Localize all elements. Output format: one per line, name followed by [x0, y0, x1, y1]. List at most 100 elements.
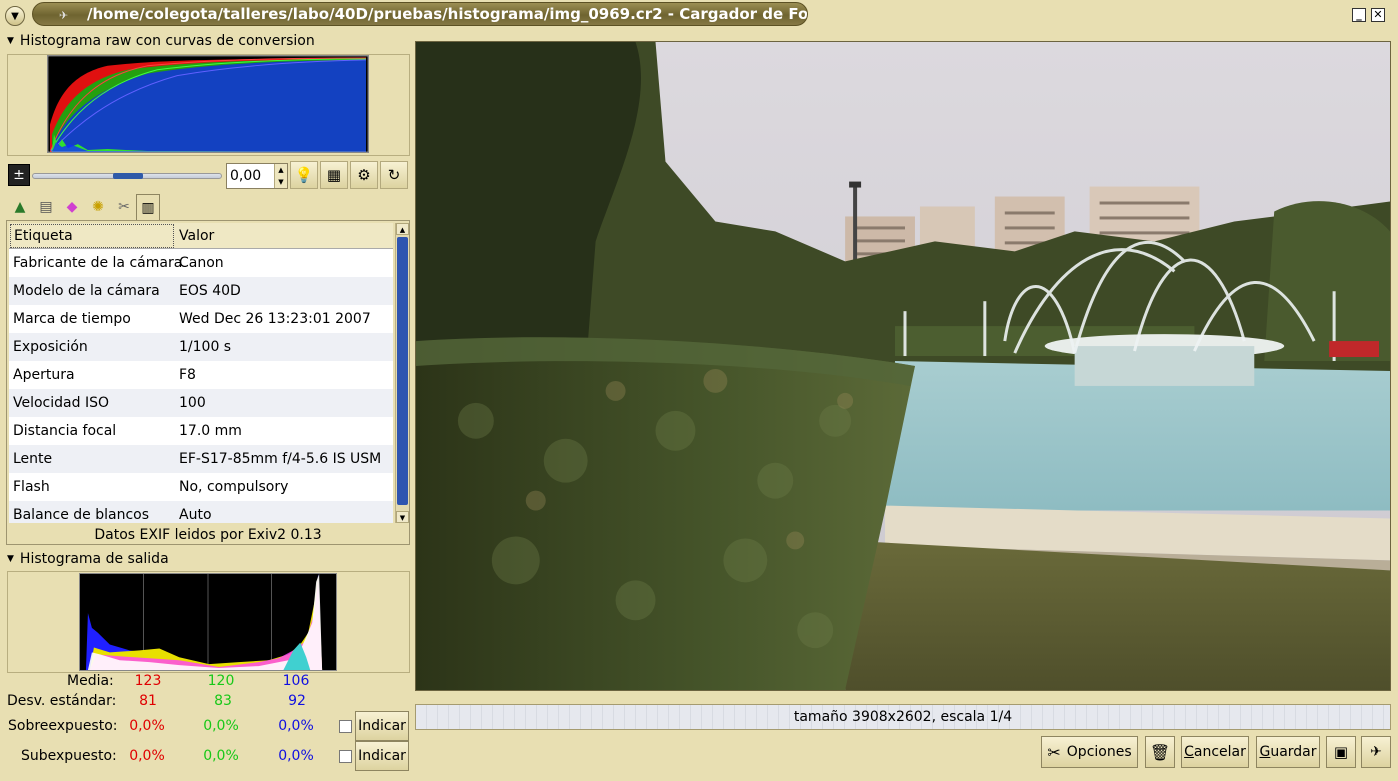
save-button[interactable]: Guardar — [1256, 736, 1320, 768]
under-label: Subexpuesto: — [21, 748, 117, 764]
window-menu-icon[interactable]: ▼ — [5, 6, 25, 26]
media-label: Media: — [67, 673, 114, 689]
spin-arrows-icon[interactable]: ▲ ▼ — [274, 164, 287, 188]
media-red: 123 — [134, 673, 162, 689]
cancel-mnemonic: C — [1184, 744, 1194, 760]
output-histogram-header: Histograma de salida — [19, 551, 169, 567]
scroll-down-icon[interactable]: ▼ — [396, 511, 409, 523]
exif-row-value: F8 — [179, 367, 196, 383]
title-bar: ▼ ✈ /home/colegota/talleres/labo/40D/pru… — [0, 0, 1398, 28]
trash-icon: 🗑 — [1149, 742, 1171, 762]
raw-histogram-header: Histograma raw con curvas de conversion — [19, 33, 315, 49]
exif-tab-icon[interactable]: ▥ — [136, 194, 160, 220]
expander-arrow-icon: ▼ — [7, 36, 14, 46]
exif-row-label: Exposición — [13, 339, 88, 355]
save-mnemonic: G — [1259, 744, 1271, 760]
wb-tab-icon[interactable]: ▲ — [8, 196, 32, 218]
raw-histogram-expander[interactable]: ▼ Histograma raw con curvas de conversio… — [7, 31, 315, 51]
exif-row-value: 100 — [179, 395, 206, 411]
exif-row[interactable]: Modelo de la cámara EOS 40D — [9, 277, 393, 305]
media-green: 120 — [207, 673, 235, 689]
over-red: 0,0% — [129, 718, 165, 734]
exif-table: Etiqueta Valor Fabricante de la cámara Ca… — [9, 223, 393, 523]
exif-row-label: Velocidad ISO — [13, 395, 109, 411]
exif-row[interactable]: Apertura F8 — [9, 361, 393, 389]
save-as-button[interactable]: ▣ — [1326, 736, 1356, 768]
exif-row[interactable]: Exposición 1/100 s — [9, 333, 393, 361]
indicate-under-button[interactable]: Indicar — [355, 741, 409, 771]
media-blue: 106 — [282, 673, 310, 689]
exif-row[interactable]: Marca de tiempo Wed Dec 26 13:23:01 2007 — [9, 305, 393, 333]
cancel-button[interactable]: Cancelar — [1181, 736, 1249, 768]
exif-row[interactable]: Distancia focal 17.0 mm — [9, 417, 393, 445]
exposure-value: 0,00 — [230, 168, 262, 184]
color-grid-icon[interactable]: ▦ — [320, 161, 348, 189]
output-histogram-expander[interactable]: ▼ Histograma de salida — [7, 549, 169, 569]
over-label: Sobreexpuesto: — [8, 718, 118, 734]
raw-histogram — [47, 55, 369, 153]
exposure-spin-input[interactable]: 0,00 ▲ ▼ — [226, 163, 288, 189]
image-preview[interactable] — [415, 41, 1391, 691]
minimize-icon[interactable]: _ — [1352, 8, 1366, 22]
indicate-over-button[interactable]: Indicar — [355, 711, 409, 741]
column-header-label[interactable]: Etiqueta — [10, 224, 174, 248]
over-checkbox[interactable] — [339, 720, 352, 733]
column-header-value[interactable]: Valor — [177, 224, 214, 248]
exif-row-label: Flash — [13, 479, 50, 495]
under-checkbox[interactable] — [339, 750, 352, 763]
base-curve-tab-icon[interactable]: ▤ — [34, 196, 58, 218]
exposure-slider-thumb[interactable] — [113, 173, 143, 179]
scrollbar-thumb[interactable] — [397, 237, 408, 505]
exif-row-label: Distancia focal — [13, 423, 117, 439]
window-title-pill[interactable]: ✈ /home/colegota/talleres/labo/40D/prueb… — [32, 2, 808, 26]
gimp-icon: ✈ — [1370, 744, 1382, 760]
exif-row-label: Balance de blancos — [13, 507, 150, 523]
options-label: Opciones — [1066, 744, 1132, 760]
options-button[interactable]: ✂ Opciones — [1041, 736, 1138, 768]
exposure-icon: ± — [8, 164, 30, 186]
exif-row-value: EOS 40D — [179, 283, 241, 299]
lightbulb-icon[interactable]: 💡 — [290, 161, 318, 189]
exif-row[interactable]: Balance de blancos Auto — [9, 501, 393, 523]
exposure-row: ± 0,00 ▲ ▼ 💡 ▦ ⚙ ↻ — [6, 160, 410, 192]
std-blue: 92 — [288, 693, 306, 709]
exif-row-value: No, compulsory — [179, 479, 289, 495]
exif-row-value: 17.0 mm — [179, 423, 242, 439]
exif-table-header: Etiqueta Valor — [9, 223, 393, 249]
exif-row-value: EF-S17-85mm f/4-5.6 IS USM — [179, 451, 382, 467]
close-icon[interactable]: ✕ — [1371, 8, 1385, 22]
save-label: uardar — [1270, 744, 1317, 760]
std-red: 81 — [139, 693, 157, 709]
exif-row[interactable]: Flash No, compulsory — [9, 473, 393, 501]
over-green: 0,0% — [203, 718, 239, 734]
output-histogram — [79, 573, 337, 671]
exif-row[interactable]: Velocidad ISO 100 — [9, 389, 393, 417]
std-green: 83 — [214, 693, 232, 709]
tab-strip: ▲ ▤ ◆ ✺ ✂ ▥ — [6, 194, 410, 220]
exif-row[interactable]: Lente EF-S17-85mm f/4-5.6 IS USM — [9, 445, 393, 473]
exif-row-label: Modelo de la cámara — [13, 283, 160, 299]
crop-tab-icon[interactable]: ✂ — [112, 196, 136, 218]
exif-row-label: Apertura — [13, 367, 75, 383]
scroll-up-icon[interactable]: ▲ — [396, 223, 409, 235]
delete-button[interactable]: 🗑 — [1145, 736, 1175, 768]
exposure-slider[interactable] — [32, 173, 222, 179]
exif-row-label: Lente — [13, 451, 53, 467]
exif-footer: Datos EXIF leidos por Exiv2 0.13 — [94, 527, 322, 543]
under-blue: 0,0% — [278, 748, 314, 764]
window-title: /home/colegota/talleres/labo/40D/pruebas… — [87, 5, 808, 23]
auto-icon[interactable]: ↻ — [380, 161, 408, 189]
exif-scrollbar[interactable]: ▲ ▼ — [395, 223, 409, 523]
floppy-icon: ▣ — [1333, 743, 1349, 761]
send-to-gimp-button[interactable]: ✈ — [1361, 736, 1391, 768]
exif-row-value: Canon — [179, 255, 224, 271]
exif-row[interactable]: Fabricante de la cámara Canon — [9, 249, 393, 277]
exif-row-value: 1/100 s — [179, 339, 232, 355]
expander-arrow-icon: ▼ — [7, 554, 14, 564]
gears-icon[interactable]: ⚙ — [350, 161, 378, 189]
app-icon: ✈ — [59, 9, 69, 22]
exif-row-label: Marca de tiempo — [13, 311, 131, 327]
color-tab-icon[interactable]: ◆ — [60, 196, 84, 218]
exif-row-label: Fabricante de la cámara — [13, 255, 183, 271]
lightness-tab-icon[interactable]: ✺ — [86, 196, 110, 218]
